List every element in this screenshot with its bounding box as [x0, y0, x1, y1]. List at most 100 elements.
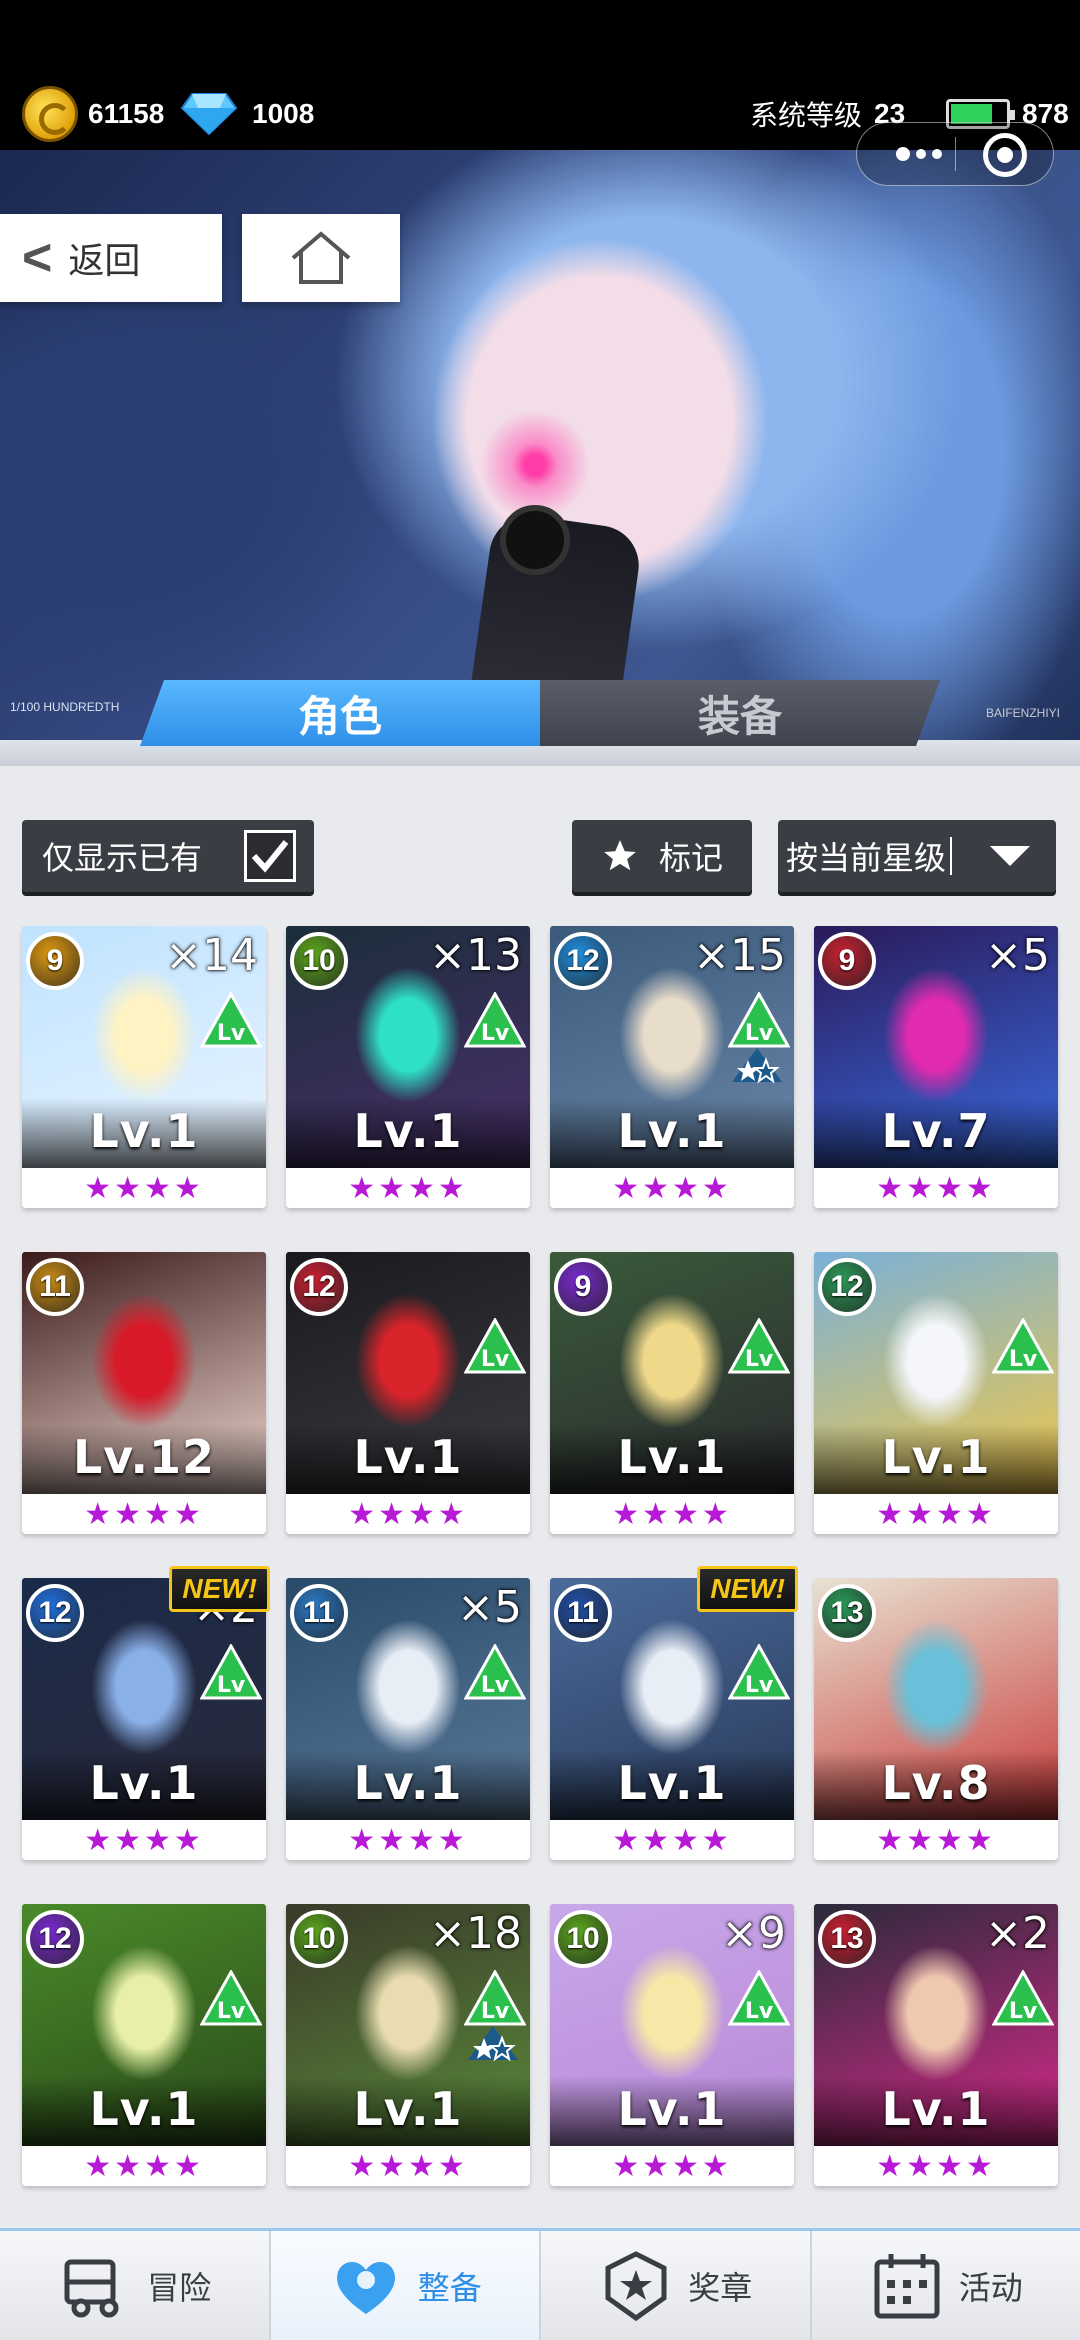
character-level: Lv.1: [353, 1104, 463, 1158]
star-rating: ★★★★: [84, 1498, 204, 1531]
character-card[interactable]: 9 ×5 Lv.7 ★★★★: [814, 926, 1058, 1208]
character-level: Lv.1: [881, 2082, 991, 2136]
rarity-badge: 11: [554, 1584, 612, 1642]
character-card[interactable]: 13 ×2 Lv Lv.1 ★★★★: [814, 1904, 1058, 2186]
tab-deco-left: 1/100 HUNDREDTH: [10, 700, 120, 714]
checkmark-icon: [251, 840, 289, 873]
character-card[interactable]: 13 Lv.8 ★★★★: [814, 1578, 1058, 1860]
rarity-badge: 10: [290, 1910, 348, 1968]
level-up-icon: Lv: [728, 1644, 790, 1700]
banner-art-detail: [500, 505, 570, 575]
rarity-badge: 9: [554, 1258, 612, 1316]
character-level: Lv.8: [881, 1756, 991, 1810]
nav-prepare[interactable]: 整备: [270, 2231, 541, 2340]
star-rating: ★★★★: [612, 1172, 732, 1205]
gem-counter: 1008: [180, 93, 315, 136]
level-up-icon: Lv: [992, 1970, 1054, 2026]
heart-badge-icon: [336, 2261, 395, 2314]
nav-medals-label: 奖章: [688, 2269, 753, 2306]
svg-text:Lv: Lv: [481, 1347, 510, 1372]
gem-amount: 1008: [252, 98, 315, 129]
level-up-icon: Lv: [200, 992, 262, 1048]
nav-events[interactable]: 活动: [812, 2231, 1080, 2340]
svg-text:Lv: Lv: [217, 1673, 246, 1698]
chevron-down-icon: [990, 846, 1030, 866]
svg-text:Lv: Lv: [481, 1999, 510, 2024]
svg-text:Lv: Lv: [1009, 1999, 1038, 2024]
rarity-badge: 10: [290, 932, 348, 990]
star-rating: ★★★★: [348, 1824, 468, 1857]
character-card[interactable]: 12 Lv Lv.1 ★★★★: [22, 1904, 266, 2186]
sort-dropdown[interactable]: 按当前星级: [778, 820, 1056, 892]
character-card[interactable]: 12 Lv Lv.1 ★★★★: [286, 1252, 530, 1534]
character-card[interactable]: 10 ×18 Lv Lv.1 ★★★★: [286, 1904, 530, 2186]
sort-label: 按当前星级: [786, 840, 947, 876]
svg-text:Lv: Lv: [481, 1673, 510, 1698]
svg-text:Lv: Lv: [745, 1347, 774, 1372]
character-card[interactable]: 12×2LvNEW!Lv.1★★★★: [22, 1566, 270, 1860]
star-rating: ★★★★: [876, 1172, 996, 1205]
character-card[interactable]: 11 Lv NEW! Lv.1 ★★★★: [550, 1566, 798, 1860]
nav-medals[interactable]: 奖章: [541, 2231, 812, 2340]
svg-text:Lv: Lv: [745, 1673, 774, 1698]
back-button[interactable]: < 返回: [0, 214, 222, 302]
character-level: Lv.1: [353, 1430, 463, 1484]
character-card[interactable]: 11 Lv.12 ★★★★: [22, 1252, 266, 1534]
character-card[interactable]: 9 ×14 Lv Lv.1 ★★★★: [22, 926, 266, 1208]
star-rating: ★★★★: [612, 1824, 732, 1857]
tab-equipment[interactable]: 装备: [540, 680, 940, 746]
svg-text:Lv: Lv: [217, 1021, 246, 1046]
character-card[interactable]: 12 ×15 Lv Lv.1 ★★★★: [550, 926, 794, 1208]
character-card[interactable]: 9 Lv Lv.1 ★★★★: [550, 1252, 794, 1534]
rarity-badge: 12: [818, 1258, 876, 1316]
svg-text:Lv: Lv: [217, 1999, 246, 2024]
more-icon[interactable]: [879, 123, 959, 185]
level-up-icon: Lv: [200, 1644, 262, 1700]
owned-only-toggle[interactable]: 仅显示已有: [22, 820, 314, 892]
star-rating: ★★★★: [876, 1824, 996, 1857]
svg-text:Lv: Lv: [481, 1021, 510, 1046]
level-up-icon: Lv: [464, 1644, 526, 1700]
diamond-icon: [180, 93, 238, 136]
rarity-badge: 12: [26, 1910, 84, 1968]
character-level: Lv.1: [617, 2082, 727, 2136]
back-label: 返回: [68, 240, 141, 281]
level-up-icon: Lv: [728, 1318, 790, 1374]
level-up-icon: Lv: [728, 992, 790, 1048]
owned-only-checkbox[interactable]: [244, 830, 296, 882]
copies-count: ×15: [693, 930, 786, 981]
character-card[interactable]: 11 ×5 Lv Lv.1 ★★★★: [286, 1578, 530, 1860]
close-miniapp-icon[interactable]: [983, 133, 1027, 177]
copies-count: ×14: [165, 930, 258, 981]
tab-equipment-label: 装备: [697, 692, 782, 740]
character-card[interactable]: 12 Lv Lv.1 ★★★★: [814, 1252, 1058, 1534]
chevron-left-icon: <: [22, 229, 53, 287]
rarity-badge: 11: [290, 1584, 348, 1642]
star-rating: ★★★★: [84, 2150, 204, 2183]
tab-roles[interactable]: 角色: [140, 680, 540, 746]
character-level: Lv.1: [617, 1756, 727, 1810]
star-rating: ★★★★: [876, 1498, 996, 1531]
character-level: Lv.7: [881, 1104, 991, 1158]
star-shield-icon: [605, 2250, 667, 2321]
character-list-panel: 仅显示已有 标记 按当前星级 9 ×14 Lv Lv.1 ★★★★ 10 ×13 Lv Lv.1…: [0, 766, 1080, 2228]
rarity-badge: 9: [26, 932, 84, 990]
rarity-badge: 9: [818, 932, 876, 990]
character-card[interactable]: 10 ×9 Lv Lv.1 ★★★★: [550, 1904, 794, 2186]
home-button[interactable]: [242, 214, 400, 302]
character-card[interactable]: 10 ×13 Lv Lv.1 ★★★★: [286, 926, 530, 1208]
owned-only-label: 仅显示已有: [42, 840, 203, 876]
level-up-icon: Lv: [464, 1318, 526, 1374]
new-badge: NEW!: [169, 1566, 270, 1612]
star-rating: ★★★★: [348, 1498, 468, 1531]
character-level: Lv.1: [353, 2082, 463, 2136]
mark-button[interactable]: 标记: [572, 820, 752, 892]
character-level: Lv.1: [617, 1430, 727, 1484]
nav-adventure[interactable]: 冒险: [0, 2231, 271, 2340]
star-rating: ★★★★: [348, 1172, 468, 1205]
rarity-badge: 10: [554, 1910, 612, 1968]
character-level: Lv.1: [881, 1430, 991, 1484]
level-up-icon: Lv: [728, 1970, 790, 2026]
coin-amount: 61158: [88, 98, 165, 129]
tab-bar: 1/100 HUNDREDTH 角色 装备 BAIFENZHIYI: [0, 680, 1080, 766]
